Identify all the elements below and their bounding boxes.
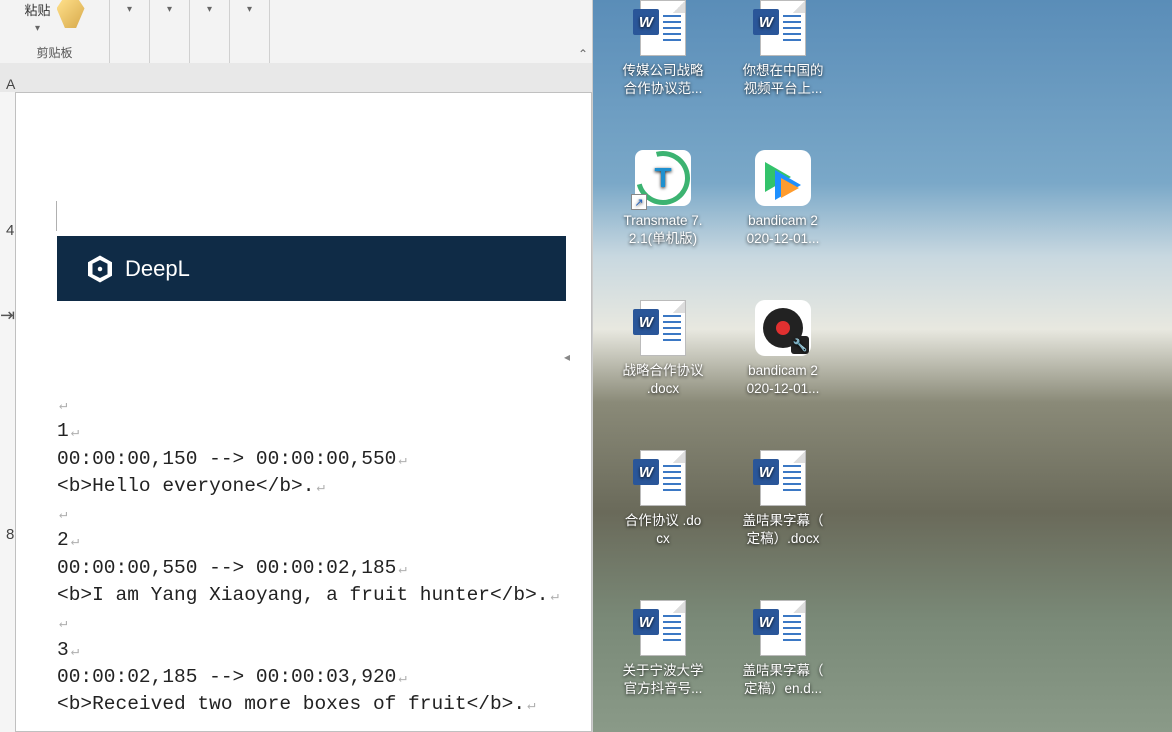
word-file-icon: W xyxy=(755,450,811,506)
deepl-logo-icon xyxy=(85,254,115,284)
paragraph-mark-icon: ↵ xyxy=(396,562,406,578)
desktop-icon-label: 战略合作协议 xyxy=(623,362,704,380)
desktop-icon-label: 传媒公司战略 xyxy=(623,62,704,80)
paragraph-mark-icon: ↵ xyxy=(57,616,67,632)
desktop-icon[interactable]: W 关于宁波大学官方抖音号... xyxy=(603,600,723,698)
video-app-icon xyxy=(755,150,811,206)
word-window: 粘贴 ▾ 剪贴板 ▾ ▾ ▾ ▾ ⌃ A 4 ⇥ 8 Dee xyxy=(0,0,593,732)
desktop-icon-label: bandicam 2 xyxy=(748,362,818,380)
ruler-number: 4 xyxy=(6,222,14,239)
paragraph-mark-icon: ↵ xyxy=(69,644,79,660)
desktop-icon[interactable]: T↗ Transmate 7.2.1(单机版) xyxy=(603,150,723,248)
ribbon: 粘贴 ▾ 剪贴板 ▾ ▾ ▾ ▾ ⌃ xyxy=(0,0,592,63)
desktop-icon[interactable]: W 传媒公司战略合作协议范... xyxy=(603,0,723,98)
transmate-app-icon: T↗ xyxy=(635,150,691,206)
desktop-icon-label: 020-12-01... xyxy=(747,380,820,398)
margin-letter: A xyxy=(6,76,15,92)
document-page[interactable]: DeepL ↵1↵00:00:00,150 --> 00:00:00,550↵<… xyxy=(15,92,592,732)
word-file-icon: W xyxy=(635,300,691,356)
ribbon-group-2: ▾ xyxy=(110,0,150,63)
caret-left-icon[interactable]: ◂ xyxy=(564,350,570,364)
desktop-icon-label: cx xyxy=(656,530,670,548)
desktop-icon[interactable]: W 盖咭果字幕（定稿）en.d... xyxy=(723,600,843,698)
desktop-icon[interactable]: W 战略合作协议.docx xyxy=(603,300,723,398)
desktop-icon[interactable]: bandicam 2020-12-01... xyxy=(723,150,843,248)
desktop-icon-label: 盖咭果字幕（ xyxy=(743,662,824,680)
desktop[interactable]: W 传媒公司战略合作协议范... W 你想在中国的视频平台上... T↗ Transmat… xyxy=(593,0,1172,732)
ruler-number: 8 xyxy=(6,526,14,543)
desktop-icon-label: 关于宁波大学 xyxy=(623,662,704,680)
srt-line[interactable]: ↵ xyxy=(57,391,566,418)
desktop-icon-label: 视频平台上... xyxy=(744,80,823,98)
ribbon-group-5: ▾ xyxy=(230,0,270,63)
paragraph-mark-icon: ↵ xyxy=(548,589,558,605)
margin-mark xyxy=(56,201,57,231)
srt-line[interactable]: <b>I am Yang Xiaoyang, a fruit hunter</b… xyxy=(57,582,566,609)
desktop-icon[interactable]: 🔧 bandicam 2020-12-01... xyxy=(723,300,843,398)
tab-arrow-icon: ⇥ xyxy=(0,305,15,326)
paragraph-mark-icon: ↵ xyxy=(57,398,67,414)
desktop-icon-label: 合作协议 .do xyxy=(625,512,702,530)
ruler-area xyxy=(0,63,593,92)
chevron-down-icon[interactable]: ▾ xyxy=(207,4,212,15)
word-file-icon: W xyxy=(635,600,691,656)
wrench-icon: 🔧 xyxy=(791,336,809,354)
srt-line[interactable]: ↵ xyxy=(57,609,566,636)
srt-line[interactable]: 00:00:02,185 --> 00:00:03,920↵ xyxy=(57,664,566,691)
desktop-icon[interactable]: W 合作协议 .docx xyxy=(603,450,723,548)
chevron-down-icon[interactable]: ▾ xyxy=(35,23,40,34)
srt-line[interactable]: ↵ xyxy=(57,719,566,732)
paragraph-mark-icon: ↵ xyxy=(57,726,67,732)
desktop-icon[interactable]: W 盖咭果字幕（定稿）.docx xyxy=(723,450,843,548)
srt-line[interactable]: <b>Hello everyone</b>.↵ xyxy=(57,473,566,500)
srt-line[interactable]: 3↵ xyxy=(57,637,566,664)
word-file-icon: W xyxy=(635,0,691,56)
paragraph-mark-icon: ↵ xyxy=(396,671,406,687)
word-file-icon: W xyxy=(755,600,811,656)
srt-line[interactable]: 00:00:00,150 --> 00:00:00,550↵ xyxy=(57,446,566,473)
deepl-banner: DeepL xyxy=(57,236,566,301)
paragraph-mark-icon: ↵ xyxy=(525,698,535,714)
desktop-icon-label: 020-12-01... xyxy=(747,230,820,248)
srt-line[interactable]: 2↵ xyxy=(57,527,566,554)
srt-content[interactable]: ↵1↵00:00:00,150 --> 00:00:00,550↵<b>Hell… xyxy=(57,391,566,732)
word-file-icon: W xyxy=(755,0,811,56)
desktop-icon-label: 你想在中国的 xyxy=(743,62,824,80)
desktop-icon-label: bandicam 2 xyxy=(748,212,818,230)
desktop-icon[interactable]: W 你想在中国的视频平台上... xyxy=(723,0,843,98)
bandicam-app-icon: 🔧 xyxy=(755,300,811,356)
clipboard-group-label: 剪贴板 xyxy=(0,42,109,63)
chevron-down-icon[interactable]: ▾ xyxy=(127,4,132,15)
ribbon-group-3: ▾ xyxy=(150,0,190,63)
paragraph-mark-icon: ↵ xyxy=(69,425,79,441)
desktop-icon-label: 盖咭果字幕（ xyxy=(743,512,824,530)
desktop-icon-label: .docx xyxy=(647,380,679,398)
shortcut-arrow-icon: ↗ xyxy=(631,194,647,210)
srt-line[interactable]: 1↵ xyxy=(57,418,566,445)
paragraph-mark-icon: ↵ xyxy=(69,534,79,550)
paragraph-mark-icon: ↵ xyxy=(57,507,67,523)
ribbon-group-4: ▾ xyxy=(190,0,230,63)
paragraph-mark-icon: ↵ xyxy=(396,453,406,469)
desktop-icon-label: 合作协议范... xyxy=(624,80,703,98)
srt-line[interactable]: 00:00:00,550 --> 00:00:02,185↵ xyxy=(57,555,566,582)
paragraph-mark-icon: ↵ xyxy=(314,480,324,496)
desktop-icon-label: 官方抖音号... xyxy=(624,680,703,698)
desktop-icon-label: 定稿）en.d... xyxy=(744,680,822,698)
word-file-icon: W xyxy=(635,450,691,506)
deepl-name: DeepL xyxy=(125,256,190,282)
paste-button[interactable]: 粘贴 xyxy=(24,0,50,19)
collapse-ribbon-icon[interactable]: ⌃ xyxy=(578,47,588,61)
desktop-icon-label: Transmate 7. xyxy=(623,212,702,230)
srt-line[interactable]: <b>Received two more boxes of fruit</b>.… xyxy=(57,691,566,718)
clipboard-group: 粘贴 ▾ 剪贴板 xyxy=(0,0,110,63)
desktop-icon-label: 2.1(单机版) xyxy=(629,230,697,248)
desktop-icon-label: 定稿）.docx xyxy=(747,530,820,548)
chevron-down-icon[interactable]: ▾ xyxy=(167,4,172,15)
chevron-down-icon[interactable]: ▾ xyxy=(247,4,252,15)
srt-line[interactable]: ↵ xyxy=(57,500,566,527)
format-painter-icon[interactable] xyxy=(57,0,85,28)
